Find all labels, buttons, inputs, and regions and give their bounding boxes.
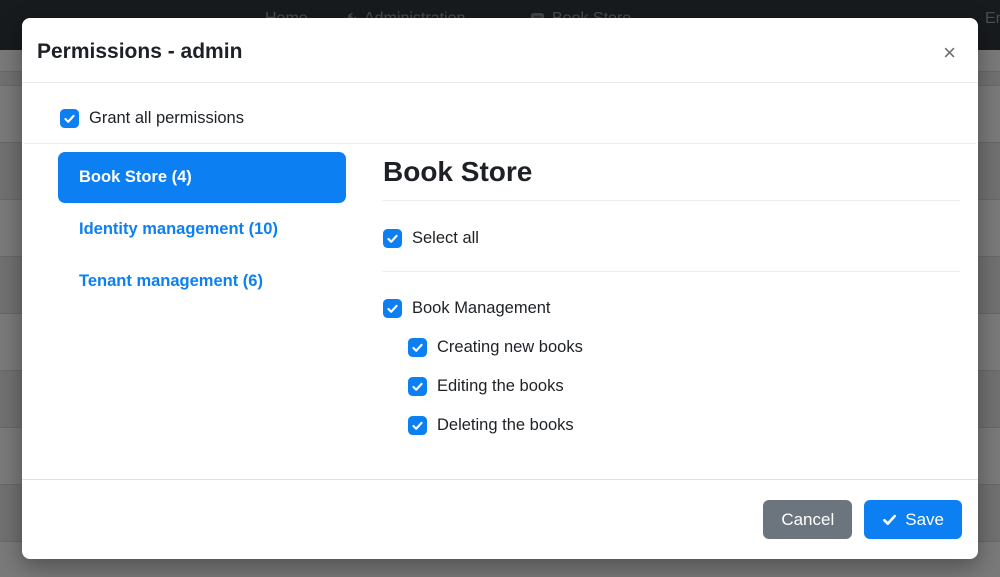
check-icon — [882, 512, 897, 527]
permission-row-book-management: Book Management — [383, 299, 960, 318]
permission-checkbox[interactable] — [383, 299, 402, 318]
heading-divider — [383, 200, 960, 201]
check-icon — [63, 112, 76, 125]
permission-label[interactable]: Editing the books — [437, 377, 564, 396]
tab-tenant-management[interactable]: Tenant management (6) — [58, 256, 346, 307]
tab-identity-management[interactable]: Identity management (10) — [58, 204, 346, 255]
modal-header: Permissions - admin × — [22, 18, 978, 83]
permission-label[interactable]: Book Management — [412, 299, 551, 318]
modal-title: Permissions - admin — [37, 40, 954, 64]
viewport: Home Administration Book Store English — [0, 0, 1000, 577]
select-all-row: Select all — [383, 229, 960, 248]
grant-all-label[interactable]: Grant all permissions — [89, 109, 244, 128]
permission-tree: Book Management Creating new books — [383, 299, 960, 455]
tab-book-store[interactable]: Book Store (4) — [58, 152, 346, 203]
permission-group-content: Book Store Select all — [383, 152, 960, 455]
grant-all-row: Grant all permissions — [60, 109, 962, 128]
save-button-label: Save — [905, 509, 944, 530]
check-icon — [411, 341, 424, 354]
permission-columns: Book Store (4) Identity management (10) … — [36, 152, 962, 455]
permissions-modal: Permissions - admin × Grant all permissi… — [22, 18, 978, 559]
permission-checkbox[interactable] — [408, 416, 427, 435]
select-all-divider — [383, 271, 960, 272]
select-all-checkbox[interactable] — [383, 229, 402, 248]
close-icon[interactable]: × — [943, 42, 956, 64]
permission-label[interactable]: Deleting the books — [437, 416, 574, 435]
permission-label[interactable]: Creating new books — [437, 338, 583, 357]
check-icon — [386, 302, 399, 315]
permission-row-creating-new-books: Creating new books — [408, 338, 960, 357]
permission-checkbox[interactable] — [408, 338, 427, 357]
cancel-button[interactable]: Cancel — [763, 500, 852, 539]
modal-footer: Cancel Save — [22, 479, 978, 559]
header-divider — [24, 143, 976, 144]
permission-row-deleting-the-books: Deleting the books — [408, 416, 960, 435]
permission-row-editing-the-books: Editing the books — [408, 377, 960, 396]
check-icon — [386, 232, 399, 245]
modal-body: Grant all permissions Book Store (4) Ide… — [22, 83, 978, 479]
check-icon — [411, 419, 424, 432]
check-icon — [411, 380, 424, 393]
select-all-label[interactable]: Select all — [412, 229, 479, 248]
permission-group-tabs: Book Store (4) Identity management (10) … — [58, 152, 346, 455]
grant-all-checkbox[interactable] — [60, 109, 79, 128]
save-button[interactable]: Save — [864, 500, 962, 539]
group-heading: Book Store — [383, 156, 960, 188]
permission-checkbox[interactable] — [408, 377, 427, 396]
